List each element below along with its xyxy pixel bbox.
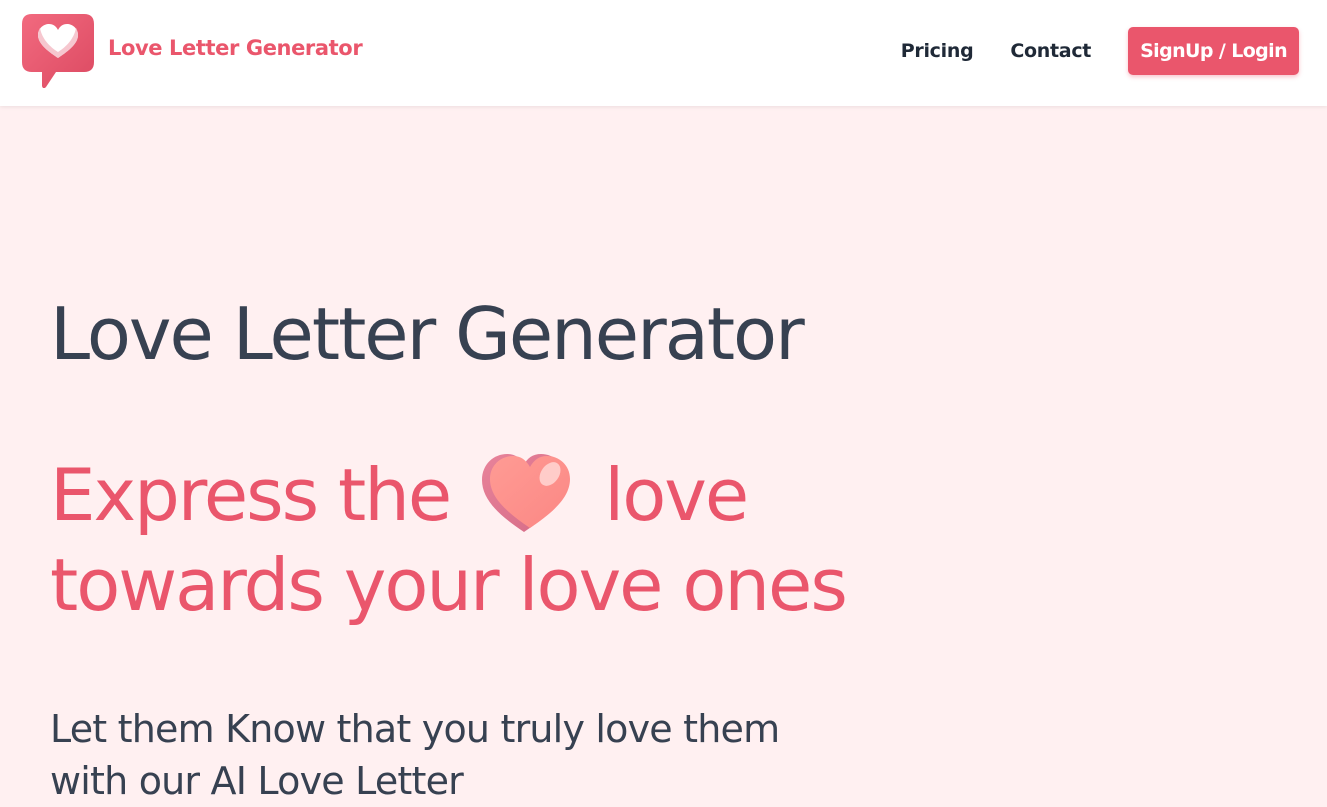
tagline-text-start: Express the [50, 453, 452, 537]
brand-name: Love Letter Generator [108, 36, 363, 60]
signup-login-button[interactable]: SignUp / Login [1128, 27, 1299, 75]
tagline-text-love: love [604, 453, 749, 537]
hero-section: Love Letter Generator Express the love t… [0, 106, 1327, 803]
hero-tagline: Express the love towards your love ones [50, 450, 848, 630]
heart-emoji-icon [482, 454, 571, 532]
brand-link[interactable]: Love Letter Generator [20, 12, 363, 88]
tagline-text-line2: towards your love ones [50, 543, 848, 627]
nav-pricing-link[interactable]: Pricing [901, 40, 974, 62]
hero-description: Let them Know that you truly love them w… [50, 707, 780, 803]
main-nav: Pricing Contact SignUp / Login [901, 27, 1299, 75]
heart-speech-bubble-icon [22, 14, 94, 88]
site-header: Love Letter Generator Pricing Contact Si… [0, 0, 1327, 106]
hero-title: Love Letter Generator [50, 292, 805, 376]
nav-contact-link[interactable]: Contact [1010, 40, 1091, 62]
